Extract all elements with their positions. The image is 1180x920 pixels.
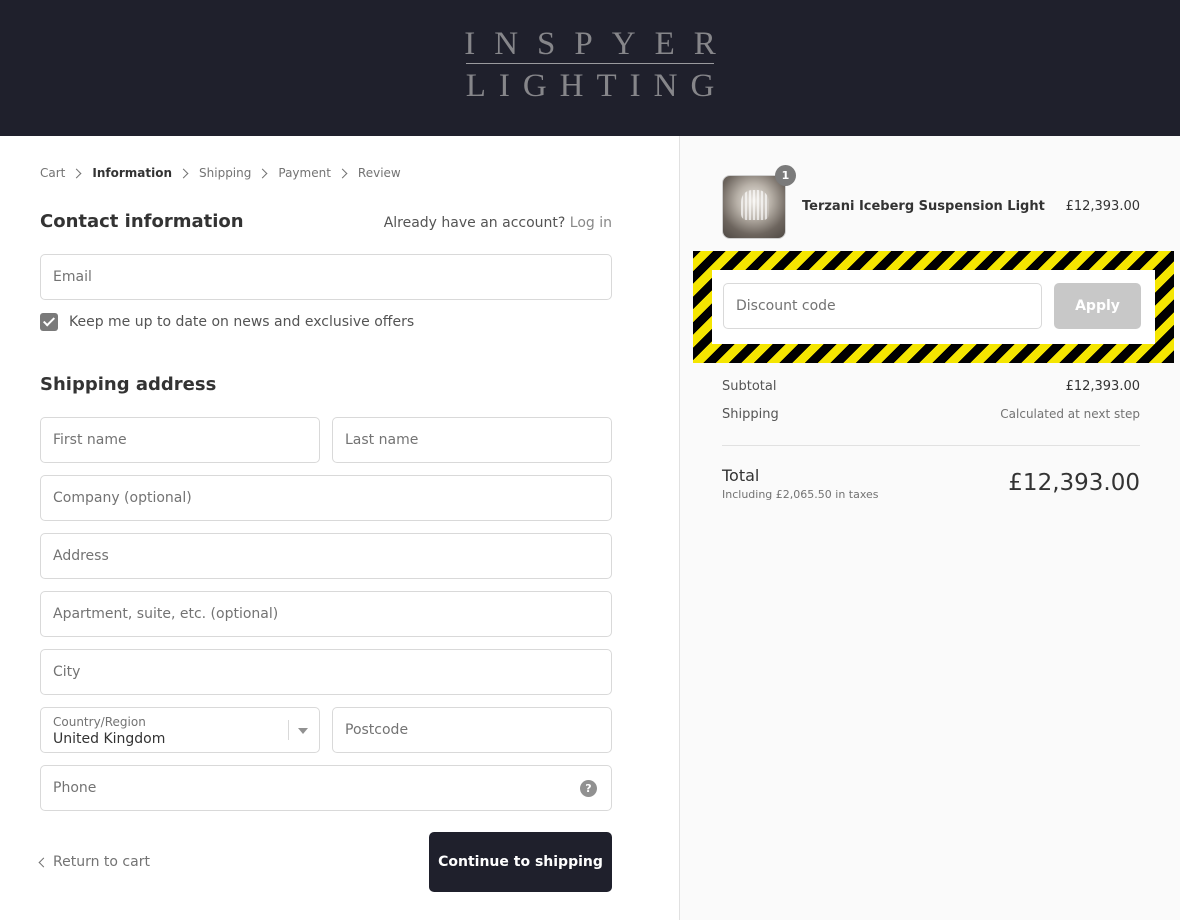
login-link[interactable]: Log in [570, 215, 612, 231]
newsletter-option[interactable]: Keep me up to date on news and exclusive… [40, 313, 414, 331]
return-to-cart-label: Return to cart [53, 854, 150, 870]
apply-discount-button[interactable]: Apply [1054, 283, 1141, 329]
breadcrumb-shipping: Shipping [199, 166, 252, 180]
address-input[interactable] [41, 534, 611, 578]
first-name-field[interactable] [40, 417, 320, 463]
question-mark-icon[interactable]: ? [580, 780, 597, 797]
address-field[interactable] [40, 533, 612, 579]
discount-highlight-frame: Apply [693, 251, 1174, 363]
shipping-label: Shipping [722, 407, 779, 422]
newsletter-label: Keep me up to date on news and exclusive… [69, 314, 415, 330]
apartment-field[interactable] [40, 591, 612, 637]
city-field[interactable] [40, 649, 612, 695]
first-name-input[interactable] [41, 418, 319, 462]
subtotal-value: £12,393.00 [1065, 379, 1140, 394]
apartment-input[interactable] [41, 592, 611, 636]
chevron-left-icon [38, 857, 49, 867]
email-input[interactable] [41, 255, 611, 299]
last-name-input[interactable] [333, 418, 611, 462]
total-label: Total [722, 466, 760, 485]
product-name: Terzani Iceberg Suspension Light [802, 199, 1045, 214]
chevron-right-icon [257, 168, 268, 178]
shipping-address-title: Shipping address [40, 374, 217, 395]
country-select[interactable]: Country/Region United Kingdom [40, 707, 320, 753]
shipping-row: Shipping Calculated at next step [722, 407, 1140, 422]
logo-line-1: INSPYER [464, 26, 735, 62]
account-prompt-text: Already have an account? [383, 215, 566, 231]
site-header: INSPYER LIGHTING [0, 0, 1180, 136]
shipping-value: Calculated at next step [1000, 407, 1140, 421]
account-prompt: Already have an account? Log in [384, 215, 612, 231]
email-field[interactable] [40, 254, 612, 300]
contact-info-title: Contact information [40, 211, 244, 232]
company-field[interactable] [40, 475, 612, 521]
discount-code-field[interactable] [723, 283, 1042, 329]
summary-divider [722, 445, 1140, 446]
breadcrumb-review: Review [357, 166, 401, 180]
phone-field[interactable]: ? [40, 765, 612, 811]
postcode-field[interactable] [332, 707, 612, 753]
continue-to-shipping-button[interactable]: Continue to shipping [429, 832, 612, 892]
city-input[interactable] [41, 650, 611, 694]
product-image [722, 175, 786, 239]
order-summary: 1 Terzani Iceberg Suspension Light £12,3… [679, 136, 1180, 920]
total-amount: £12,393.00 [1008, 470, 1140, 496]
breadcrumb: Cart Information Shipping Payment Review [40, 166, 401, 180]
chevron-right-icon [337, 168, 348, 178]
company-input[interactable] [41, 476, 611, 520]
phone-input[interactable] [41, 766, 611, 810]
brand-logo[interactable]: INSPYER LIGHTING [0, 26, 1180, 104]
chandelier-image [741, 190, 769, 220]
logo-line-2: LIGHTING [465, 68, 728, 104]
product-price: £12,393.00 [1065, 199, 1140, 214]
breadcrumb-information: Information [92, 166, 173, 180]
newsletter-checkbox[interactable] [40, 313, 58, 331]
country-label: Country/Region [53, 715, 146, 729]
chevron-right-icon [71, 168, 82, 178]
breadcrumb-payment: Payment [278, 166, 331, 180]
subtotal-label: Subtotal [722, 379, 777, 394]
country-value: United Kingdom [53, 731, 166, 747]
logo-rule [466, 63, 714, 64]
discount-section: Apply [712, 270, 1155, 344]
select-divider [288, 720, 289, 740]
chevron-right-icon [178, 168, 189, 178]
quantity-badge: 1 [775, 165, 796, 186]
subtotal-row: Subtotal £12,393.00 [722, 379, 1140, 394]
checkout-main: Cart Information Shipping Payment Review… [0, 136, 679, 920]
last-name-field[interactable] [332, 417, 612, 463]
breadcrumb-cart[interactable]: Cart [40, 166, 65, 180]
caret-down-icon[interactable] [298, 728, 308, 734]
discount-code-input[interactable] [724, 284, 1041, 328]
tax-note: Including £2,065.50 in taxes [722, 488, 879, 501]
postcode-input[interactable] [333, 708, 611, 752]
return-to-cart-link[interactable]: Return to cart [38, 854, 150, 870]
